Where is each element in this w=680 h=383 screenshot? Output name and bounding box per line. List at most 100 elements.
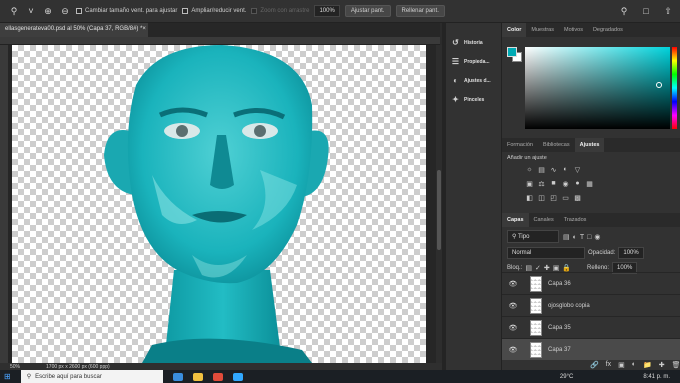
adjustment-icons-row-2: ▣ ⚖ ■ ◉ ● ▦ [525,179,594,188]
adjustment-icons-row-3: ◧ ◫ ◰ ▭ ▩ [525,193,582,202]
search-icon: ⚲ [26,374,32,380]
invert-icon[interactable]: ◧ [525,193,534,202]
delete-layer-icon[interactable]: 🗑 [672,361,680,369]
visibility-eye-icon[interactable]: 👁 [506,280,520,288]
zoom-level[interactable]: 50% [10,364,20,370]
adjustment-icons-row-1: ☼ ▤ ∿ ◐ ▽ [525,165,582,174]
fill-screen-button[interactable]: Rellenar pant. [395,5,445,17]
tab-patterns[interactable]: Motivos [559,23,588,37]
foreground-color-swatch[interactable] [507,47,517,57]
color-lookup-icon[interactable]: ▦ [585,179,594,188]
new-fill-icon[interactable]: ◐ [632,361,636,369]
share-icon[interactable]: ⇧ [662,5,674,17]
document-title: ellasgenerateva00.psd al 50% (Capa 37, R… [5,26,143,32]
zoom-in-icon[interactable]: ⊕ [42,5,54,17]
zoom-all-windows-checkbox[interactable]: Ampliar/reducir vent. [182,8,246,14]
brightness-icon[interactable]: ☼ [525,165,534,174]
scrollbar-thumb[interactable] [437,170,441,250]
panel-adjustments[interactable]: ◐ Ajustes d... [446,71,501,90]
layer-row[interactable]: 👁 Capa 36 [502,272,680,294]
color-balance-icon[interactable]: ⚖ [537,179,546,188]
layer-name: Capa 35 [548,324,571,331]
app-files-icon[interactable] [192,372,203,381]
lock-icons[interactable]: ▤✓✚▣🔒 [525,264,574,272]
vibrance-icon[interactable]: ▽ [573,165,582,174]
search-icon[interactable]: ⚲ [618,5,630,17]
visibility-eye-icon[interactable]: 👁 [506,346,520,354]
tab-channels[interactable]: Canales [529,213,559,227]
scrubby-zoom-checkbox[interactable]: Zoom con arrastre [251,8,309,14]
tab-gradients[interactable]: Degradados [588,23,628,37]
app-edge-icon[interactable] [172,372,183,381]
iris-right [254,125,266,137]
layer-row[interactable]: 👁 ojosglobo copia [502,294,680,316]
tab-layers[interactable]: Capas [502,213,529,227]
workspace-icon[interactable]: □ [640,5,652,17]
zoom-value-field[interactable]: 100% [314,5,340,17]
document-canvas[interactable] [12,45,426,363]
properties-icon: ☰ [451,57,460,66]
blend-mode-select[interactable]: Normal [507,247,585,259]
channel-mixer-icon[interactable]: ● [573,179,582,188]
panel-brushes[interactable]: ✦ Pinceles [446,90,501,109]
tab-paths[interactable]: Trazados [559,213,592,227]
visibility-eye-icon[interactable]: 👁 [506,324,520,332]
layer-thumbnail [530,275,542,292]
gradient-map-icon[interactable]: ▭ [561,193,570,202]
close-tab-icon[interactable]: × [142,26,146,34]
adjust-panel-tabs: Formación Bibliotecas Ajustes [502,138,680,152]
tab-color[interactable]: Color [502,23,527,37]
filter-icons[interactable]: ▤◐T□◉ [563,233,603,241]
app-chrome-icon[interactable] [212,372,223,381]
new-group-icon[interactable]: 📁 [643,361,652,369]
document-tab[interactable]: ellasgenerateva00.psd al 50% (Capa 37, R… [0,23,148,37]
color-picker-ring[interactable] [656,82,662,88]
posterize-icon[interactable]: ◫ [537,193,546,202]
document-size: 1700 px x 2600 px (600 ppp) [46,363,110,370]
layer-thumbnail [530,319,542,336]
zoom-out-icon[interactable]: ⊖ [59,5,71,17]
app-photoshop-icon[interactable] [232,372,243,381]
fit-screen-button[interactable]: Ajustar pant. [344,5,391,17]
layer-row-selected[interactable]: 👁 Capa 37 [502,338,680,360]
color-field[interactable] [525,47,670,129]
portrait-painting [104,45,329,363]
layer-kind-filter[interactable]: ⚲ Tipo [507,230,559,243]
layer-row[interactable]: 👁 Capa 35 [502,316,680,338]
tab-swatches[interactable]: Muestras [526,23,559,37]
windows-start-icon[interactable]: ⊞ [4,372,11,381]
curves-icon[interactable]: ∿ [549,165,558,174]
status-bar: 50% 1700 px x 2600 px (600 ppp) [0,363,442,370]
collapsed-panels: ↺ Historia ☰ Propieda... ◐ Ajustes d... ✦ Pi… [446,23,502,370]
shoulder-shadow [142,338,312,363]
photo-filter-icon[interactable]: ◉ [561,179,570,188]
tab-libraries[interactable]: Bibliotecas [538,138,575,152]
link-layers-icon[interactable]: 🔗 [590,361,599,369]
options-bar: ⚲ ˅ ⊕ ⊖ Cambiar tamaño vent. para ajusta… [0,0,680,23]
taskbar-search[interactable]: ⚲ Escribe aquí para buscar [20,370,163,383]
zoom-icon[interactable]: ⚲ [8,5,20,17]
hue-saturation-icon[interactable]: ▣ [525,179,534,188]
opacity-field[interactable]: 100% [618,247,644,259]
fx-icon[interactable]: fx [606,361,611,369]
panel-history[interactable]: ↺ Historia [446,33,501,52]
selective-color-icon[interactable]: ▩ [573,193,582,202]
layer-thumbnail [530,297,542,314]
levels-icon[interactable]: ▤ [537,165,546,174]
threshold-icon[interactable]: ◰ [549,193,558,202]
new-layer-icon[interactable]: ✚ [659,361,665,369]
chevron-down-icon[interactable]: ˅ [25,5,37,17]
clock[interactable]: 8:41 p. m. [643,374,670,380]
tab-adjustments[interactable]: Ajustes [574,138,605,152]
exposure-icon[interactable]: ◐ [561,165,570,174]
resize-windows-checkbox[interactable]: Cambiar tamaño vent. para ajustar [76,8,177,14]
color-panel-tabs: Color Muestras Motivos Degradados [502,23,680,37]
panel-properties[interactable]: ☰ Propieda... [446,52,501,71]
tab-learn[interactable]: Formación [502,138,538,152]
visibility-eye-icon[interactable]: 👁 [506,302,520,310]
black-white-icon[interactable]: ■ [549,179,558,188]
mask-icon[interactable]: ▣ [618,361,625,369]
layer-name: Capa 36 [548,280,571,287]
brushes-icon: ✦ [452,95,459,104]
hue-slider[interactable] [672,47,677,129]
